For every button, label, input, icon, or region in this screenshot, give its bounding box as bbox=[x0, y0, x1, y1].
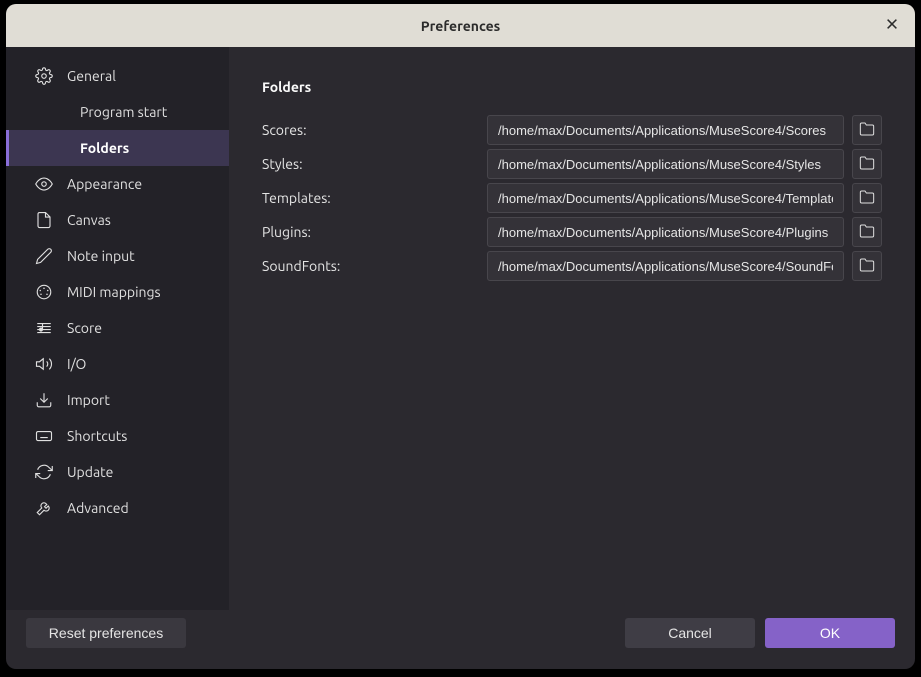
sidebar-item-label: Canvas bbox=[67, 212, 111, 228]
templates-path-input[interactable] bbox=[487, 183, 844, 213]
sidebar-item-label: Import bbox=[67, 392, 110, 408]
folder-row-styles: Styles: bbox=[262, 149, 882, 179]
folder-row-templates: Templates: bbox=[262, 183, 882, 213]
preferences-window: Preferences General Program start Folder… bbox=[6, 4, 915, 669]
folder-icon bbox=[859, 155, 875, 174]
midi-icon bbox=[35, 283, 53, 301]
styles-path-input[interactable] bbox=[487, 149, 844, 179]
field-label: Templates: bbox=[262, 190, 487, 206]
sidebar-item-note-input[interactable]: Note input bbox=[6, 238, 229, 274]
folder-row-soundfonts: SoundFonts: bbox=[262, 251, 882, 281]
sidebar-item-label: Advanced bbox=[67, 500, 129, 516]
ok-button[interactable]: OK bbox=[765, 618, 895, 648]
sidebar-item-label: Note input bbox=[67, 248, 135, 264]
browse-button[interactable] bbox=[852, 149, 882, 179]
folder-icon bbox=[859, 223, 875, 242]
sidebar-item-midi-mappings[interactable]: MIDI mappings bbox=[6, 274, 229, 310]
sidebar-item-appearance[interactable]: Appearance bbox=[6, 166, 229, 202]
score-icon bbox=[35, 319, 53, 337]
field-label: Plugins: bbox=[262, 224, 487, 240]
folder-row-plugins: Plugins: bbox=[262, 217, 882, 247]
file-icon bbox=[35, 211, 53, 229]
scores-path-input[interactable] bbox=[487, 115, 844, 145]
window-title: Preferences bbox=[421, 18, 501, 34]
sidebar-item-label: Appearance bbox=[67, 176, 142, 192]
sidebar-item-label: Update bbox=[67, 464, 113, 480]
folder-icon bbox=[859, 189, 875, 208]
field-label: Scores: bbox=[262, 122, 487, 138]
sidebar-item-import[interactable]: Import bbox=[6, 382, 229, 418]
browse-button[interactable] bbox=[852, 183, 882, 213]
sidebar-item-label: Shortcuts bbox=[67, 428, 127, 444]
sidebar-item-io[interactable]: I/O bbox=[6, 346, 229, 382]
sidebar-item-label: Score bbox=[67, 320, 102, 336]
folder-row-scores: Scores: bbox=[262, 115, 882, 145]
wrench-icon bbox=[35, 499, 53, 517]
sidebar-item-label: I/O bbox=[67, 356, 86, 372]
sidebar-item-canvas[interactable]: Canvas bbox=[6, 202, 229, 238]
reset-preferences-button[interactable]: Reset preferences bbox=[26, 618, 186, 648]
keyboard-icon bbox=[35, 427, 53, 445]
soundfonts-path-input[interactable] bbox=[487, 251, 844, 281]
sidebar: General Program start Folders Appearance… bbox=[6, 47, 229, 610]
close-icon bbox=[885, 17, 899, 35]
sidebar-item-score[interactable]: Score bbox=[6, 310, 229, 346]
browse-button[interactable] bbox=[852, 217, 882, 247]
field-label: Styles: bbox=[262, 156, 487, 172]
refresh-icon bbox=[35, 463, 53, 481]
close-button[interactable] bbox=[877, 11, 907, 41]
titlebar: Preferences bbox=[6, 4, 915, 47]
sidebar-item-label: Program start bbox=[80, 104, 167, 120]
sidebar-item-advanced[interactable]: Advanced bbox=[6, 490, 229, 526]
browse-button[interactable] bbox=[852, 251, 882, 281]
content-panel: Folders Scores: Styles: bbox=[229, 47, 915, 610]
gear-icon bbox=[35, 67, 53, 85]
browse-button[interactable] bbox=[852, 115, 882, 145]
eye-icon bbox=[35, 175, 53, 193]
folder-icon bbox=[859, 121, 875, 140]
folder-icon bbox=[859, 257, 875, 276]
speaker-icon bbox=[35, 355, 53, 373]
sidebar-item-shortcuts[interactable]: Shortcuts bbox=[6, 418, 229, 454]
sidebar-item-label: MIDI mappings bbox=[67, 284, 161, 300]
download-icon bbox=[35, 391, 53, 409]
sidebar-item-general[interactable]: General bbox=[6, 58, 229, 94]
section-title: Folders bbox=[262, 79, 882, 95]
sidebar-item-folders[interactable]: Folders bbox=[6, 130, 229, 166]
sidebar-item-label: General bbox=[67, 68, 116, 84]
sidebar-item-label: Folders bbox=[80, 140, 129, 156]
footer: Reset preferences Cancel OK bbox=[6, 610, 915, 669]
cancel-button[interactable]: Cancel bbox=[625, 618, 755, 648]
field-label: SoundFonts: bbox=[262, 258, 487, 274]
pencil-icon bbox=[35, 247, 53, 265]
plugins-path-input[interactable] bbox=[487, 217, 844, 247]
sidebar-item-program-start[interactable]: Program start bbox=[6, 94, 229, 130]
sidebar-item-update[interactable]: Update bbox=[6, 454, 229, 490]
window-body: General Program start Folders Appearance… bbox=[6, 47, 915, 610]
